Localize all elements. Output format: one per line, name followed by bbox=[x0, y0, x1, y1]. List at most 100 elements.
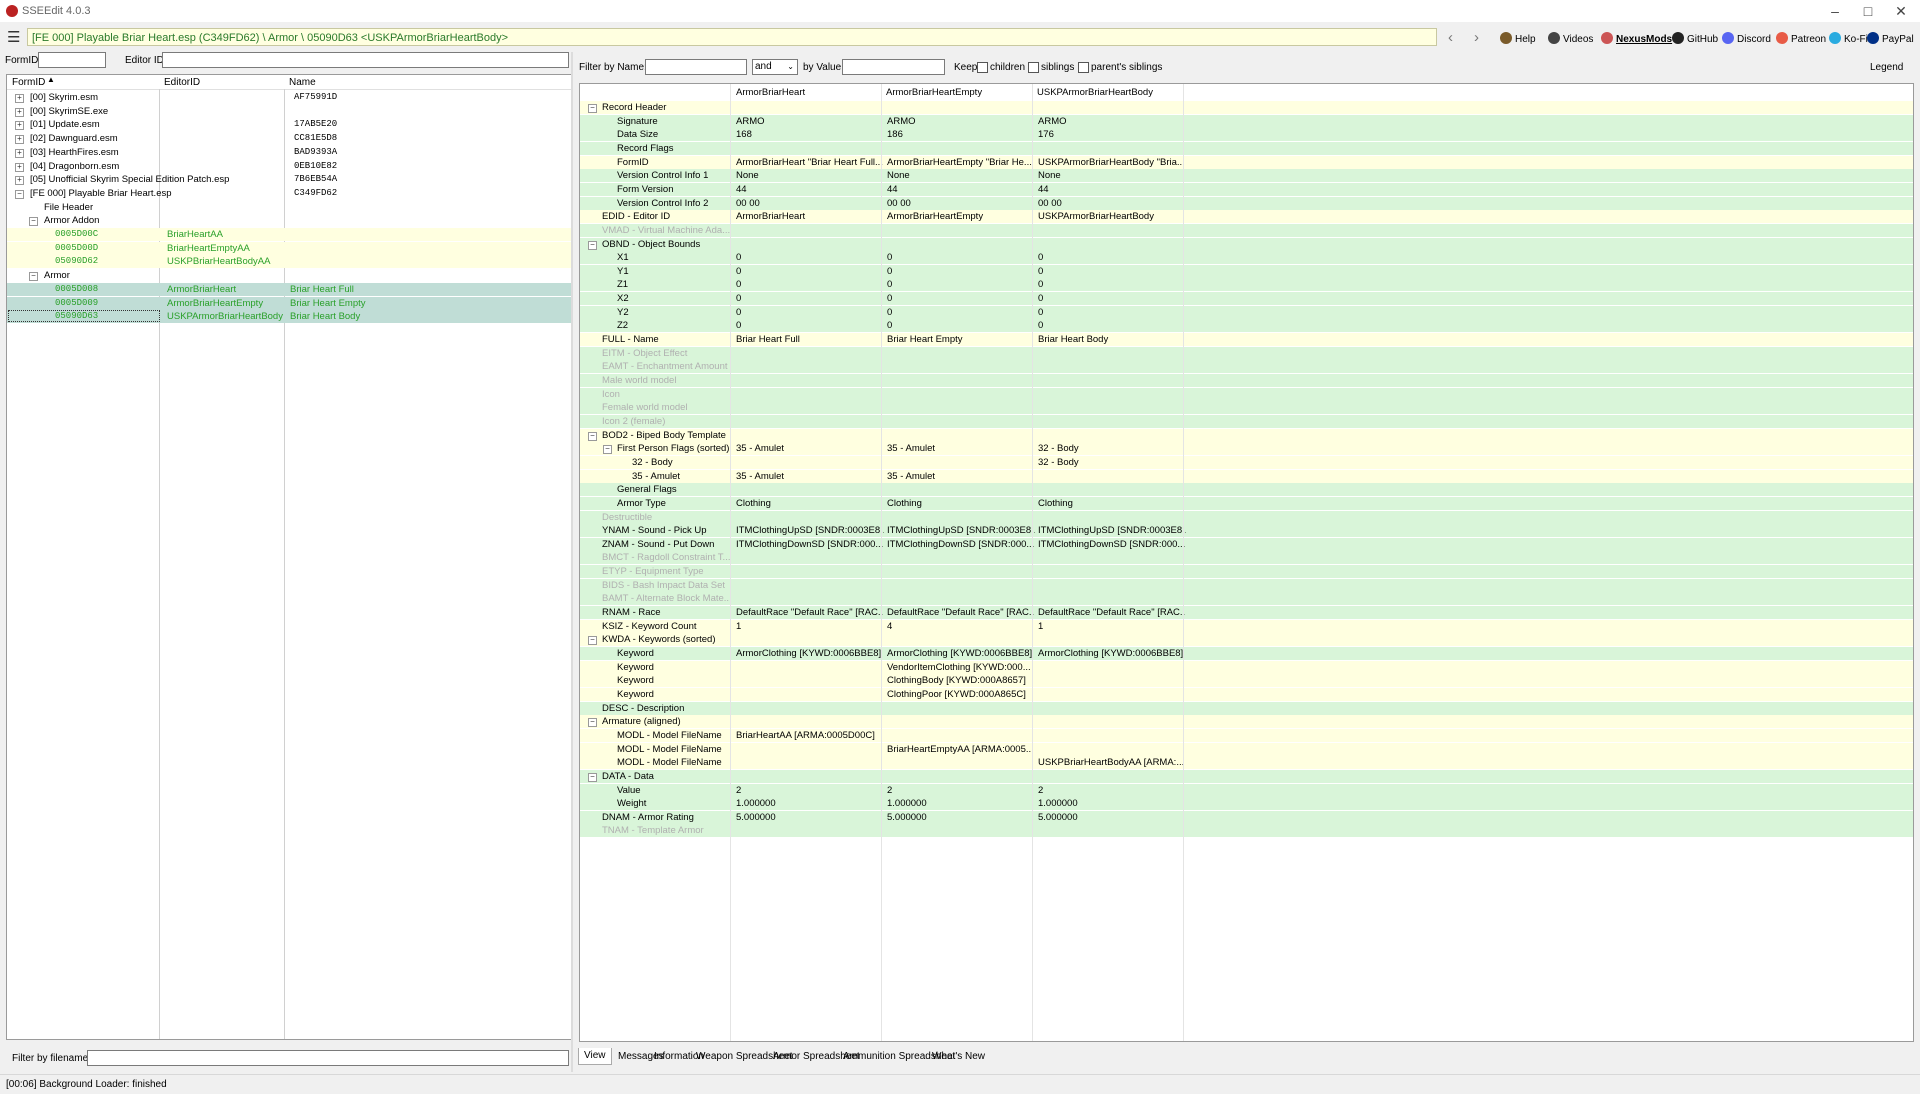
record-value-cell[interactable]: ClothingBody [KYWD:000A8657] bbox=[887, 674, 1035, 687]
record-value-cell[interactable]: 00 00 bbox=[736, 197, 884, 210]
tree-row[interactable]: 05090D63 USKPArmorBriarHeartBody Briar Hea… bbox=[7, 310, 571, 324]
back-arrow-icon[interactable]: ‹ bbox=[1448, 29, 1453, 46]
record-comparison-view[interactable]: ArmorBriarHeart ArmorBriarHeartEmpty USK… bbox=[579, 83, 1914, 1042]
record-row[interactable]: MODL - Model FileName USKPBriarHeartBodyA… bbox=[580, 756, 1913, 770]
collapse-icon[interactable]: − bbox=[588, 636, 597, 646]
column-uskp-armor-briar-heart-body[interactable]: USKPArmorBriarHeartBody bbox=[1037, 87, 1153, 98]
record-row[interactable]: EAMT - Enchantment Amount bbox=[580, 360, 1913, 374]
record-value-cell[interactable]: 35 - Amulet bbox=[887, 442, 1035, 455]
column-armor-briar-heart[interactable]: ArmorBriarHeart bbox=[736, 87, 805, 98]
record-row[interactable]: EITM - Object Effect bbox=[580, 346, 1913, 360]
tree-row[interactable]: 0005D008 ArmorBriarHeart Briar Heart Full bbox=[7, 282, 571, 296]
record-value-cell[interactable]: 2 bbox=[887, 784, 1035, 797]
record-value-cell[interactable]: 0 bbox=[736, 278, 884, 291]
record-row[interactable]: FULL - Name Briar Heart Full Briar Heart E… bbox=[580, 333, 1913, 347]
record-row[interactable]: Keyword VendorItemClothing [KYWD:000... bbox=[580, 660, 1913, 674]
record-value-cell[interactable]: DefaultRace "Default Race" [RAC... bbox=[1038, 606, 1186, 619]
record-value-cell[interactable]: 0 bbox=[1038, 278, 1186, 291]
record-value-cell[interactable]: 44 bbox=[887, 183, 1035, 196]
record-value-cell[interactable]: ARMO bbox=[736, 115, 884, 128]
toolbar-link-videos[interactable]: Videos bbox=[1548, 32, 1593, 45]
children-checkbox[interactable] bbox=[977, 62, 988, 73]
record-row[interactable]: FormID ArmorBriarHeart "Briar Heart Full.… bbox=[580, 155, 1913, 169]
record-value-cell[interactable]: 1.000000 bbox=[1038, 797, 1186, 810]
record-value-cell[interactable]: Briar Heart Empty bbox=[887, 333, 1035, 346]
record-row[interactable]: MODL - Model FileName BriarHeartAA [ARMA:… bbox=[580, 728, 1913, 742]
record-value-cell[interactable]: ArmorBriarHeartEmpty bbox=[887, 210, 1035, 223]
record-value-cell[interactable]: 0 bbox=[736, 251, 884, 264]
record-row[interactable]: Weight 1.000000 1.000000 1.000000 bbox=[580, 797, 1913, 811]
record-row[interactable]: Icon 2 (female) bbox=[580, 414, 1913, 428]
record-value-cell[interactable]: ITMClothingDownSD [SNDR:000... bbox=[1038, 538, 1186, 551]
column-formid[interactable]: FormID bbox=[12, 77, 45, 88]
record-value-cell[interactable]: None bbox=[887, 169, 1035, 182]
record-value-cell[interactable]: 0 bbox=[887, 278, 1035, 291]
record-value-cell[interactable]: 1 bbox=[736, 620, 884, 633]
record-value-cell[interactable]: ArmorClothing [KYWD:0006BBE8] bbox=[887, 647, 1035, 660]
record-row[interactable]: MODL - Model FileName BriarHeartEmptyAA [… bbox=[580, 742, 1913, 756]
record-value-cell[interactable]: ClothingPoor [KYWD:000A865C] bbox=[887, 688, 1035, 701]
column-editorid[interactable]: EditorID bbox=[164, 77, 200, 88]
expand-icon[interactable]: + bbox=[15, 121, 24, 131]
tree-row[interactable]: + [03] HearthFires.esm BAD9393A bbox=[7, 146, 571, 159]
record-row[interactable]: Keyword ArmorClothing [KYWD:0006BBE8] Armo… bbox=[580, 647, 1913, 660]
record-value-cell[interactable]: 0 bbox=[1038, 306, 1186, 319]
record-value-cell[interactable]: DefaultRace "Default Race" [RAC... bbox=[887, 606, 1035, 619]
record-tree[interactable]: FormID ▲ EditorID Name + [00] Skyrim.esm A… bbox=[6, 74, 572, 1040]
record-row[interactable]: Value 2 2 2 bbox=[580, 783, 1913, 797]
record-value-cell[interactable]: ArmorBriarHeart bbox=[736, 210, 884, 223]
record-value-cell[interactable]: 0 bbox=[736, 319, 884, 332]
record-value-cell[interactable]: 2 bbox=[736, 784, 884, 797]
record-value-cell[interactable]: 32 - Body bbox=[1038, 456, 1186, 469]
toolbar-link-help[interactable]: Help bbox=[1500, 32, 1536, 45]
toolbar-link-paypal[interactable]: PayPal bbox=[1867, 32, 1914, 45]
record-value-cell[interactable]: 44 bbox=[736, 183, 884, 196]
record-row[interactable]: − DATA - Data bbox=[580, 769, 1913, 783]
record-value-cell[interactable]: 5.000000 bbox=[1038, 811, 1186, 824]
record-row[interactable]: X2 0 0 0 bbox=[580, 292, 1913, 306]
record-value-cell[interactable]: 0 bbox=[736, 306, 884, 319]
record-value-cell[interactable]: 0 bbox=[1038, 251, 1186, 264]
record-row[interactable]: DNAM - Armor Rating 5.000000 5.000000 5.000… bbox=[580, 810, 1913, 824]
record-value-cell[interactable]: 2 bbox=[1038, 784, 1186, 797]
record-value-cell[interactable]: ARMO bbox=[887, 115, 1035, 128]
record-row[interactable]: Y2 0 0 0 bbox=[580, 305, 1913, 319]
record-value-cell[interactable]: 5.000000 bbox=[736, 811, 884, 824]
record-value-cell[interactable]: None bbox=[736, 169, 884, 182]
toolbar-link-nexusmods[interactable]: NexusMods bbox=[1601, 32, 1672, 45]
record-row[interactable]: BMCT - Ragdoll Constraint T... bbox=[580, 551, 1913, 565]
collapse-icon[interactable]: − bbox=[29, 272, 38, 282]
expand-icon[interactable]: + bbox=[15, 162, 24, 172]
menu-icon[interactable]: ☰ bbox=[7, 30, 23, 46]
collapse-icon[interactable]: − bbox=[588, 772, 597, 782]
record-row[interactable]: − Record Header bbox=[580, 101, 1913, 114]
and-or-select[interactable]: and ⌄ bbox=[752, 59, 798, 75]
tree-row[interactable]: + [00] Skyrim.esm AF75991D bbox=[7, 91, 571, 104]
record-row[interactable]: YNAM - Sound - Pick Up ITMClothingUpSD [S… bbox=[580, 524, 1913, 538]
record-value-cell[interactable]: 35 - Amulet bbox=[887, 470, 1035, 483]
record-row[interactable]: General Flags bbox=[580, 483, 1913, 497]
formid-input[interactable] bbox=[38, 52, 106, 68]
record-value-cell[interactable]: USKPBriarHeartBodyAA [ARMA:... bbox=[1038, 756, 1186, 769]
record-value-cell[interactable]: 0 bbox=[1038, 319, 1186, 332]
record-row[interactable]: Version Control Info 1 None None None bbox=[580, 169, 1913, 183]
toolbar-link-discord[interactable]: Discord bbox=[1722, 32, 1771, 45]
record-value-cell[interactable]: 0 bbox=[887, 265, 1035, 278]
record-value-cell[interactable]: ArmorClothing [KYWD:0006BBE8] bbox=[1038, 647, 1186, 660]
tree-row[interactable]: File Header bbox=[7, 201, 571, 214]
collapse-icon[interactable]: − bbox=[588, 240, 597, 250]
record-row[interactable]: Icon bbox=[580, 387, 1913, 401]
tree-row[interactable]: + [02] Dawnguard.esm CC81E5D8 bbox=[7, 132, 571, 145]
collapse-icon[interactable]: − bbox=[15, 189, 24, 199]
record-value-cell[interactable]: USKPArmorBriarHeartBody bbox=[1038, 210, 1186, 223]
record-row[interactable]: KSIZ - Keyword Count 1 4 1 bbox=[580, 619, 1913, 633]
record-row[interactable]: Keyword ClothingBody [KYWD:000A8657] bbox=[580, 674, 1913, 688]
tree-row[interactable]: − [FE 000] Playable Briar Heart.esp C349FD… bbox=[7, 187, 571, 200]
tree-row[interactable]: 0005D009 ArmorBriarHeartEmpty Briar Heart … bbox=[7, 296, 571, 310]
record-value-cell[interactable]: BriarHeartAA [ARMA:0005D00C] bbox=[736, 729, 884, 742]
record-value-cell[interactable]: Clothing bbox=[1038, 497, 1186, 510]
column-name[interactable]: Name bbox=[289, 77, 316, 88]
toolbar-link-github[interactable]: GitHub bbox=[1672, 32, 1718, 45]
record-value-cell[interactable]: Briar Heart Full bbox=[736, 333, 884, 346]
record-row[interactable]: TNAM - Template Armor bbox=[580, 824, 1913, 838]
